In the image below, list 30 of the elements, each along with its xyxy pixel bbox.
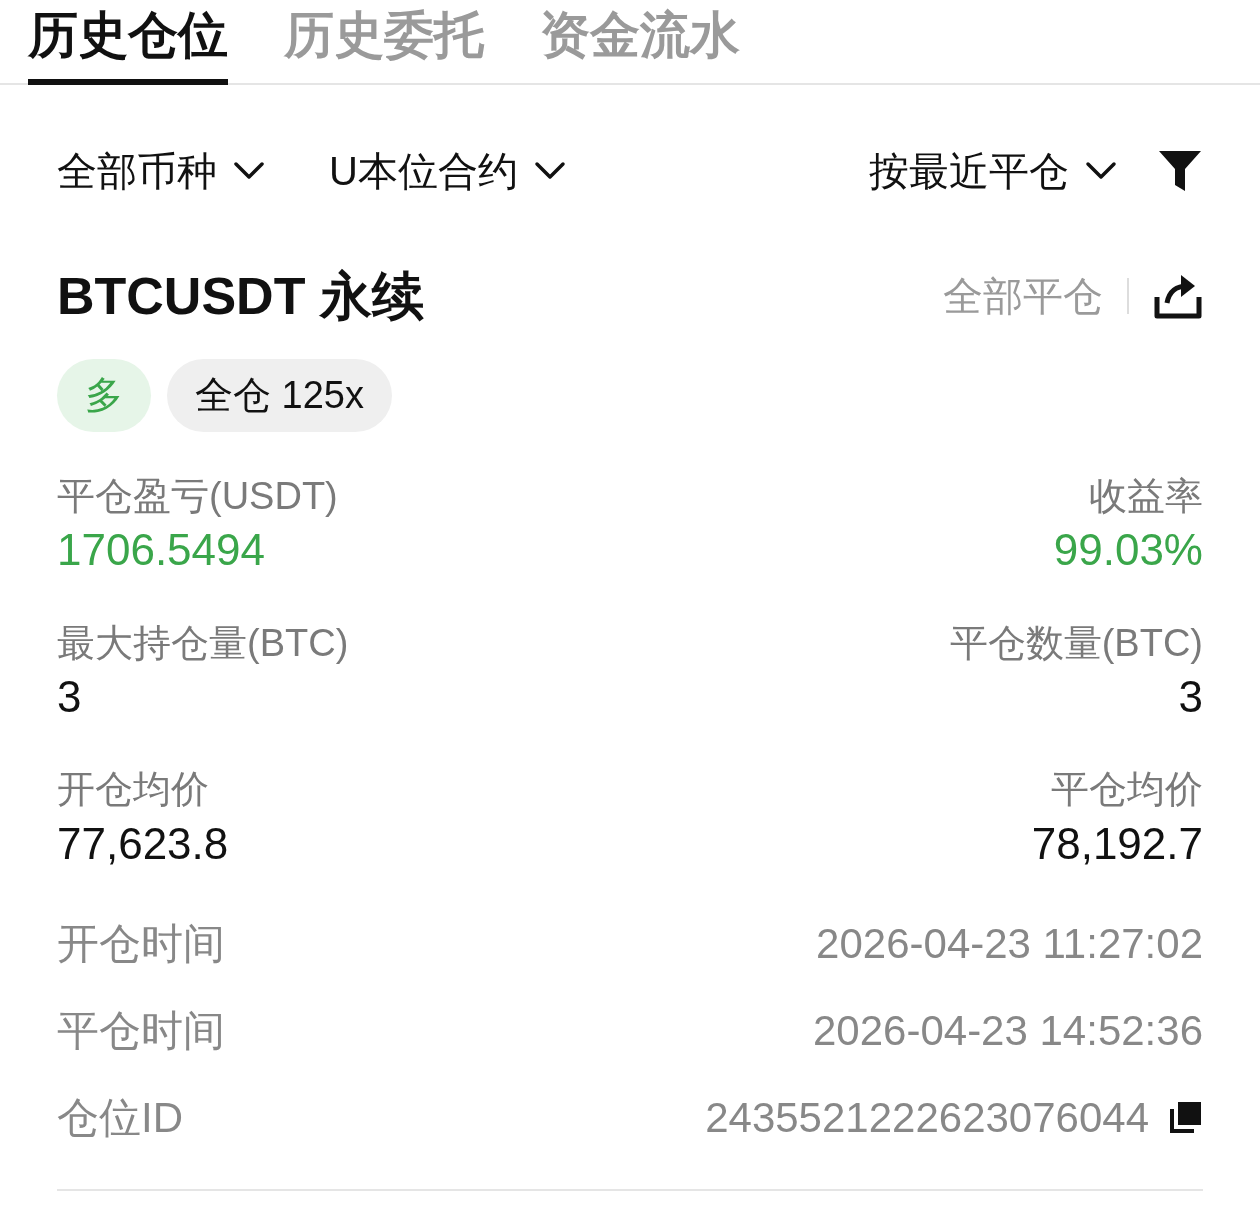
- stat-label: 平仓均价: [1051, 767, 1203, 813]
- stat-label: 最大持仓量(BTC): [57, 620, 349, 666]
- chevron-down-icon: [233, 161, 265, 181]
- detail-value: 2435521222623076044: [705, 1092, 1149, 1143]
- stat-value: 99.03%: [1053, 524, 1203, 577]
- tab[interactable]: 历史仓位: [28, 0, 228, 85]
- stat-value: 3: [57, 670, 82, 723]
- stat-value: 78,192.7: [1031, 817, 1203, 870]
- detail-label: 仓位ID: [57, 1092, 183, 1143]
- contract-title: BTCUSDT 永续: [57, 266, 424, 327]
- detail-label: 开仓时间: [57, 918, 225, 969]
- filter-dropdown[interactable]: 全部币种: [57, 141, 265, 201]
- sort-dropdown[interactable]: 按最近平仓: [869, 141, 1117, 201]
- stat-label: 平仓盈亏(USDT): [57, 474, 338, 519]
- detail-label: 平仓时间: [57, 1005, 225, 1056]
- filter-dropdown[interactable]: U本位合约: [329, 141, 566, 201]
- copy-icon[interactable]: [1169, 1100, 1203, 1135]
- tag: 全仓 125x: [167, 359, 392, 432]
- stat-value: 3: [1178, 670, 1203, 723]
- stat-label: 开仓均价: [57, 767, 209, 813]
- filter-icon[interactable]: [1157, 149, 1203, 193]
- stat-label: 平仓数量(BTC): [949, 620, 1203, 666]
- chevron-down-icon: [1085, 161, 1117, 181]
- stat-value: 77,623.8: [57, 817, 229, 870]
- chevron-down-icon: [533, 161, 566, 181]
- tag: 多: [57, 359, 151, 432]
- detail-value: 2026-04-23 11:27:02: [816, 918, 1203, 969]
- detail-value: 2026-04-23 14:52:36: [813, 1005, 1203, 1056]
- stat-value: 1706.5494: [57, 524, 265, 577]
- stat-label: 收益率: [1089, 474, 1203, 519]
